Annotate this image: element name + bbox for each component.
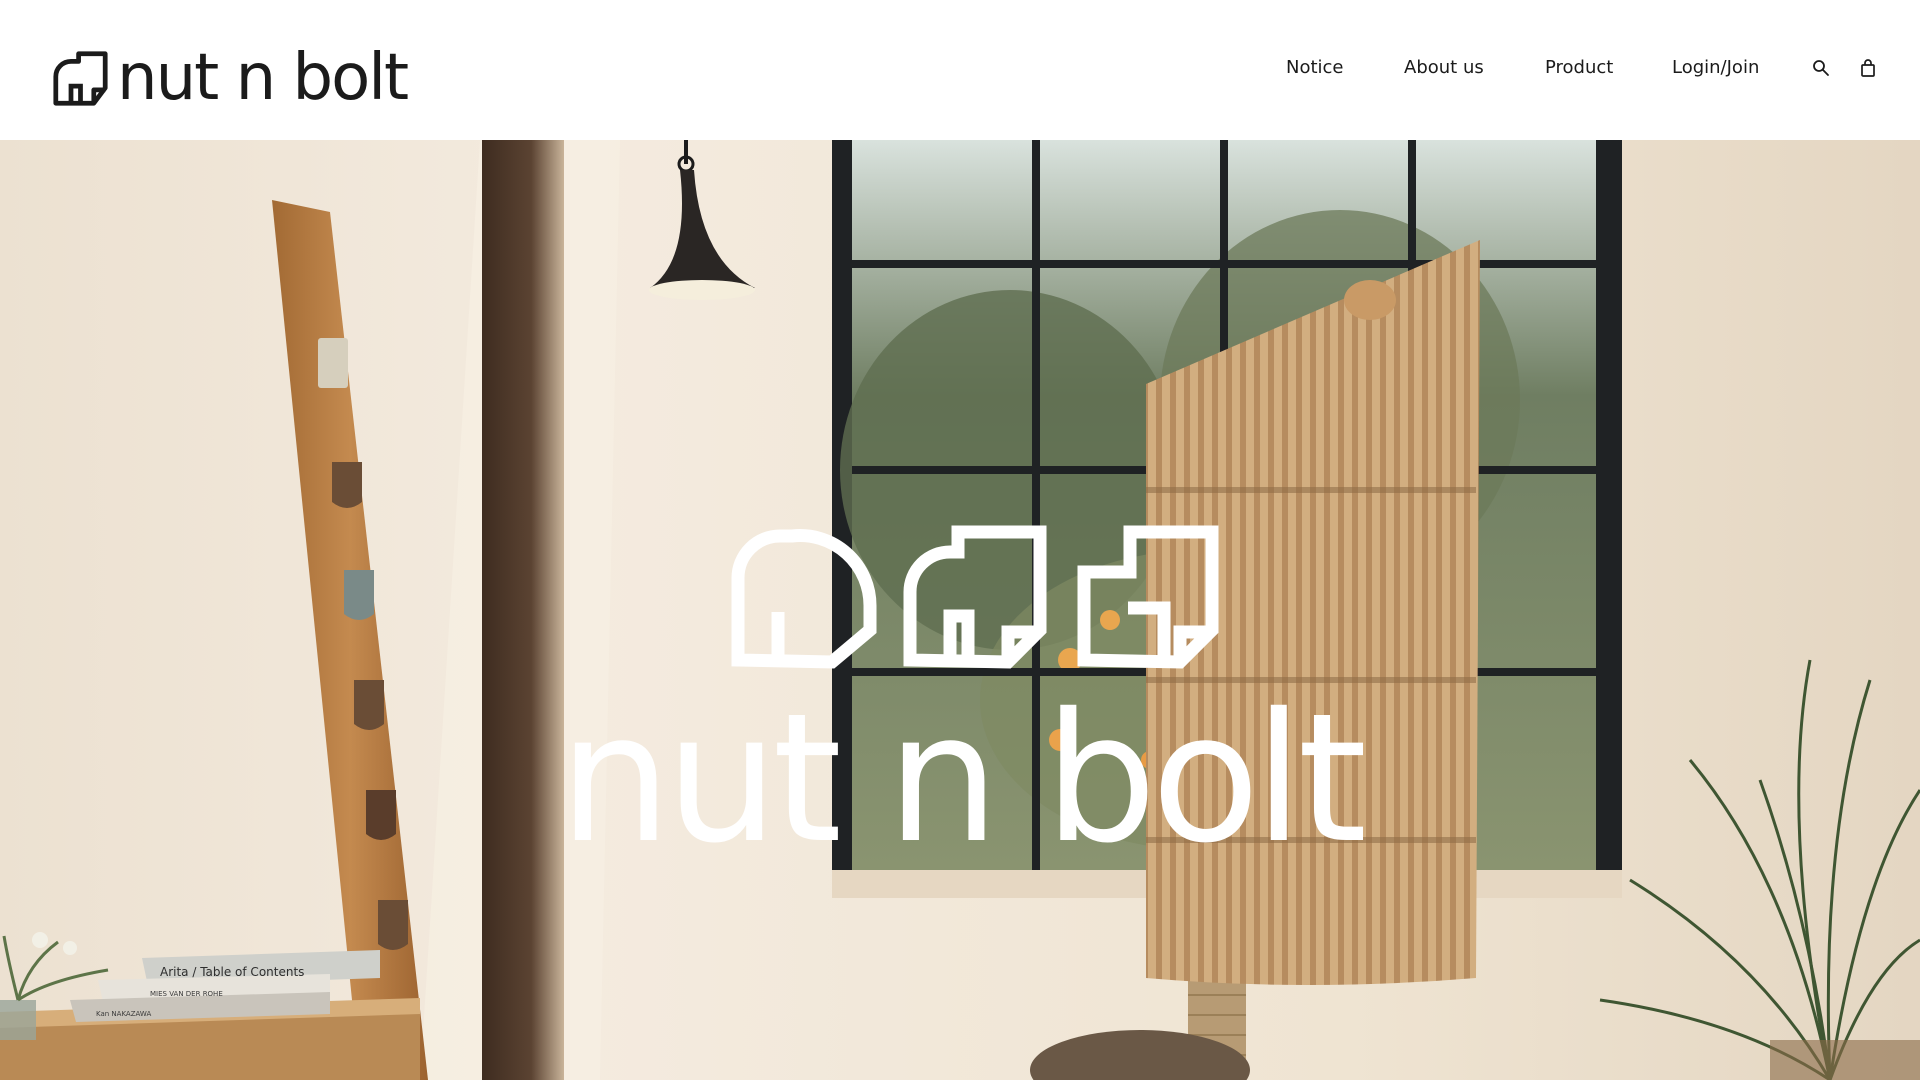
nav-about-us[interactable]: About us (1404, 56, 1484, 80)
hero-wordmark: nut n bolt (559, 675, 1364, 882)
shopping-bag-icon (1861, 59, 1875, 77)
nav-notice[interactable]: Notice (1286, 56, 1344, 80)
hero-peak-house-icon (903, 525, 1047, 669)
search-button[interactable] (1810, 57, 1832, 79)
cart-button[interactable] (1857, 57, 1879, 79)
hero-banner: Arita / Table of Contents MIES VAN DER R… (0, 140, 1920, 1080)
search-icon (1813, 60, 1829, 76)
nav-product[interactable]: Product (1545, 56, 1613, 80)
hero-arch-house-icon (731, 529, 877, 669)
main-nav: Notice About us Product Login/Join (0, 56, 1920, 80)
hero-square-house-icon (1077, 525, 1219, 669)
site-header: nut n bolt Notice About us Product Login… (0, 0, 1920, 140)
hero-logo-icons (731, 525, 1219, 669)
hero-logo-overlay: nut n bolt (559, 525, 1369, 882)
nav-login-join[interactable]: Login/Join (1672, 56, 1759, 80)
